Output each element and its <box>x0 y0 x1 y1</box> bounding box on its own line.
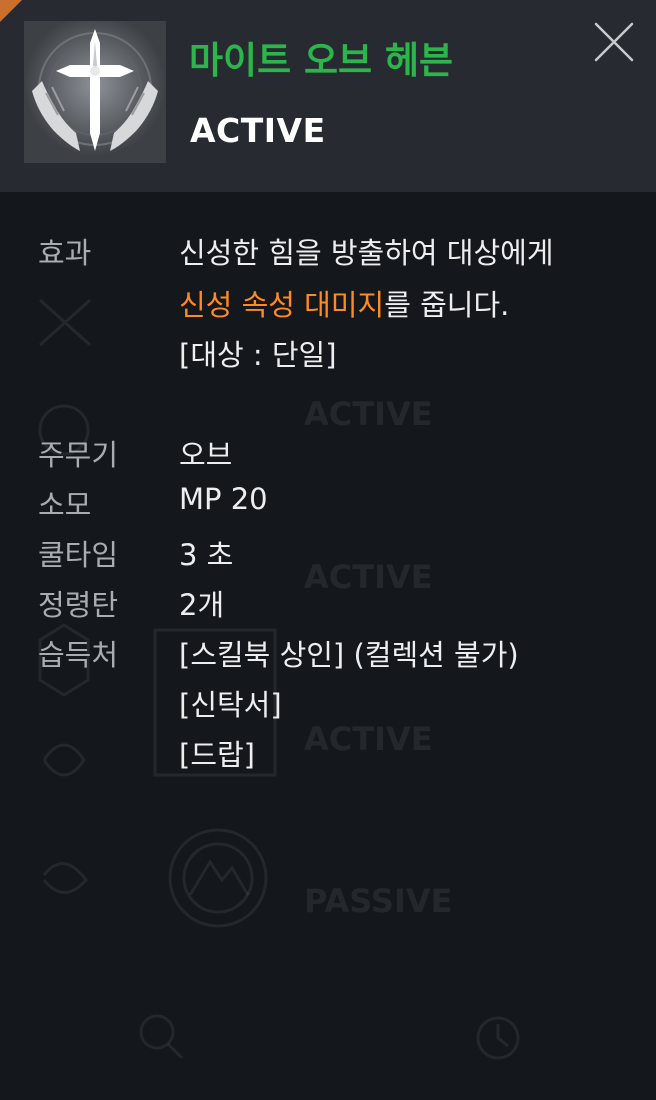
cost-value: MP 20 <box>179 482 268 516</box>
spirit-shot-value: 2개 <box>179 588 225 622</box>
spirit-shot-label: 정령탄 <box>38 588 119 622</box>
bg-label: PASSIVE <box>304 882 453 920</box>
effect-description-line1: 신성한 힘을 방출하여 대상에게 <box>179 236 554 270</box>
skill-header: 마이트 오브 헤븐 ACTIVE <box>0 0 656 192</box>
damage-type-highlight: 신성 속성 대미지 <box>179 288 385 322</box>
acquire-source: [신탁서] <box>179 688 282 722</box>
target-info: [대상 : 단일] <box>179 338 337 372</box>
acquire-source: [스킬북 상인] (컬렉션 불가) <box>179 638 519 672</box>
weapon-value: 오브 <box>179 438 233 472</box>
close-icon <box>594 22 634 62</box>
holy-cross-hands-icon <box>24 21 166 163</box>
skill-type-label: ACTIVE <box>190 111 326 150</box>
skill-icon-art <box>24 21 166 163</box>
bg-label: ACTIVE <box>304 558 433 596</box>
effect-line2-rest: 를 줍니다. <box>384 288 510 322</box>
weapon-label: 주무기 <box>38 438 119 472</box>
corner-accent <box>0 0 22 22</box>
acquire-label: 습득처 <box>38 638 119 672</box>
cooldown-label: 쿨타임 <box>38 538 119 572</box>
cooldown-value: 3 초 <box>179 538 234 572</box>
bg-label: ACTIVE <box>304 720 433 758</box>
effect-description-line2: 신성 속성 대미지를 줍니다. <box>179 282 509 324</box>
bg-label: ACTIVE <box>304 395 433 433</box>
effect-label: 효과 <box>38 236 92 270</box>
cost-label: 소모 <box>38 488 92 522</box>
close-button[interactable] <box>592 20 636 64</box>
skill-title: 마이트 오브 헤븐 <box>189 39 454 82</box>
acquire-source: [드랍] <box>179 738 255 772</box>
